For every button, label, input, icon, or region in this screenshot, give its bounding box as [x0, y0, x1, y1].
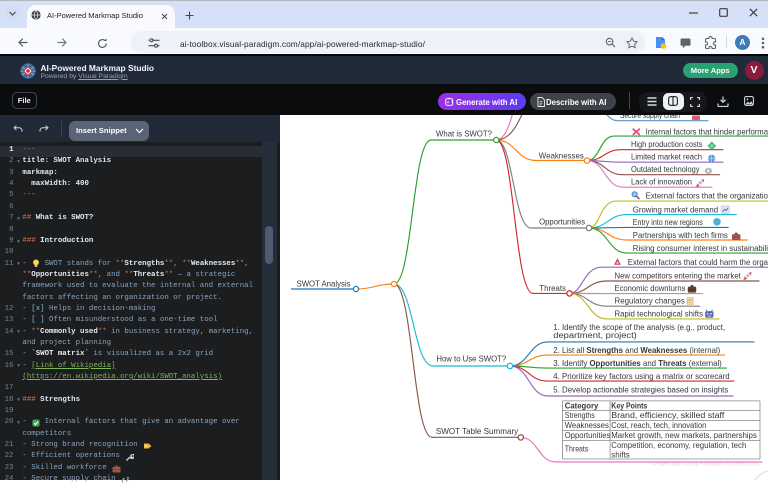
svg-text:Created with Visual Paradigm h: Created with Visual Paradigm hi-speed to…: [651, 462, 759, 468]
svg-text:5. Develop actionable strategi: 5. Develop actionable strategies based o…: [553, 385, 728, 394]
svg-text:Weaknesses: Weaknesses: [539, 150, 585, 160]
svg-text:Regulatory changes: Regulatory changes: [615, 297, 685, 306]
svg-text:Competition, economy, regulati: Competition, economy, regulation, tech: [611, 441, 746, 450]
svg-text:Threats: Threats: [539, 283, 566, 293]
svg-text:What is SWOT?: What is SWOT?: [436, 129, 492, 139]
svg-text:4. Prioritize key factors usin: 4. Prioritize key factors using a matrix…: [553, 372, 729, 381]
svg-text:Growing market demand: Growing market demand: [633, 205, 718, 214]
svg-text:How to Use SWOT?: How to Use SWOT?: [436, 353, 506, 363]
svg-text:Rising consumer interest in su: Rising consumer interest in sustainabili: [633, 244, 768, 253]
svg-text:Key Points: Key Points: [611, 402, 648, 411]
svg-text:Partnerships with tech firms: Partnerships with tech firms: [633, 231, 728, 240]
svg-text:External factors that could ha: External factors that could harm the org…: [628, 257, 768, 267]
svg-text:shifts: shifts: [611, 450, 629, 459]
svg-text:Outdated technology: Outdated technology: [631, 165, 700, 174]
svg-text:Secure supply chain: Secure supply chain: [620, 115, 680, 120]
svg-text:department, project): department, project): [553, 331, 637, 340]
svg-text:Internal factors that hinder p: Internal factors that hinder performa: [646, 127, 768, 137]
svg-text:Opportunities: Opportunities: [539, 216, 586, 226]
svg-text:SWOT Analysis: SWOT Analysis: [297, 279, 352, 289]
svg-text:Lack of innovation: Lack of innovation: [631, 178, 692, 187]
svg-text:Category: Category: [565, 402, 599, 411]
svg-text:Opportunities: Opportunities: [565, 431, 611, 440]
svg-text:Economic downturns: Economic downturns: [615, 284, 686, 293]
svg-text:Limited market reach: Limited market reach: [631, 153, 702, 162]
svg-text:3. Identify Opportunities and: 3. Identify Opportunities and Threats (e…: [553, 359, 722, 368]
svg-text:New competitors entering the m: New competitors entering the market: [615, 272, 742, 281]
svg-text:Entry into new regions: Entry into new regions: [633, 218, 703, 227]
svg-text:SWOT Table Summary: SWOT Table Summary: [436, 426, 519, 436]
svg-text:Strengths: Strengths: [565, 411, 595, 420]
svg-text:Threats: Threats: [565, 445, 589, 454]
svg-text:Weaknesses: Weaknesses: [565, 421, 609, 430]
svg-text:External factors that the orga: External factors that the organizatio: [646, 191, 768, 201]
svg-text:Market growth, new markets, pa: Market growth, new markets, partnerships: [611, 431, 757, 440]
svg-text:High production costs: High production costs: [631, 140, 703, 149]
svg-text:Rapid technological shifts: Rapid technological shifts: [615, 309, 704, 318]
svg-text:2. List all Strengths and Weak: 2. List all Strengths and Weaknesses (in…: [553, 346, 720, 355]
svg-text:Cost, reach, tech, innovation: Cost, reach, tech, innovation: [611, 421, 706, 430]
svg-text:Brand, efficiency, skilled sta: Brand, efficiency, skilled staff: [611, 411, 725, 420]
